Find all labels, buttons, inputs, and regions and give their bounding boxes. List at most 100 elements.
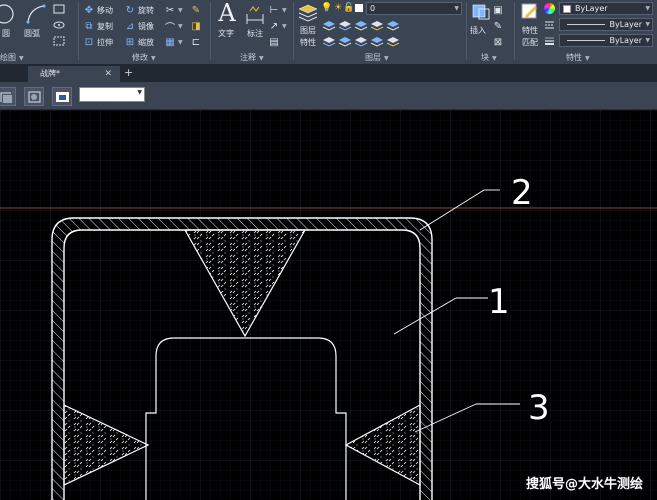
draw-panel-label[interactable]: 绘图 ▼ (0, 52, 24, 64)
erase-button[interactable]: ◨ (190, 19, 202, 33)
create-block-button[interactable]: ▣ (492, 3, 504, 17)
arc-tool-label: 圆弧 (24, 29, 40, 38)
hatch-tool-icon[interactable] (52, 19, 66, 31)
pencil-icon: ✎ (191, 4, 201, 16)
annotation-panel-label[interactable]: 注释 ▼ (240, 52, 264, 64)
toolbar-button-1[interactable] (0, 87, 16, 106)
match-properties-label-1: 特性 (522, 26, 538, 35)
layers-panel-label[interactable]: 图层 ▼ (365, 52, 389, 64)
linetype-icon[interactable] (544, 19, 555, 30)
scale-button[interactable]: ⊞ 缩放 (124, 35, 154, 49)
layer-tool-8-icon[interactable] (354, 35, 368, 47)
stretch-button[interactable]: ⊡ 拉伸 (83, 35, 113, 49)
lineweight-icon[interactable] (544, 35, 555, 46)
layer-tool-9-icon[interactable] (370, 35, 384, 47)
fillet-icon: ⌒ (165, 22, 175, 34)
add-tab-icon[interactable]: + (124, 66, 133, 80)
offset-icon: ⊏ (191, 36, 201, 48)
rotate-button[interactable]: ↻ 旋转 (124, 3, 154, 17)
edit-button[interactable]: ✎ (190, 3, 202, 17)
color-swatch (563, 4, 571, 13)
mirror-icon: ⊿ (125, 20, 135, 32)
color-wheel-icon[interactable] (544, 3, 555, 14)
callout-2-label: 2 (511, 173, 533, 213)
drawing-canvas[interactable]: 2 1 3 搜狐号@大水牛测绘 (0, 110, 657, 500)
match-properties-label-2: 匹配 (522, 38, 538, 47)
mirror-button[interactable]: ⊿ 镜像 (124, 19, 154, 33)
secondary-toolbar: ▼ (0, 82, 657, 110)
layer-tool-4-icon[interactable] (370, 19, 384, 31)
document-tab-bar: 战牌* ✕ + (0, 64, 657, 82)
watermark: 搜狐号@大水牛测绘 (525, 477, 643, 492)
text-tool-label: 文字 (218, 29, 234, 38)
trim-button[interactable]: ✂ ▼ (164, 3, 183, 17)
insert-block-label: 插入 (470, 26, 486, 35)
leader-icon: ↗ (269, 20, 279, 32)
linetype-preview (567, 24, 606, 25)
layer-properties-icon[interactable] (297, 1, 319, 23)
arc-tool-icon[interactable] (24, 2, 48, 26)
table-button[interactable]: ▤ (268, 35, 280, 49)
linear-dim-icon: ⊢ (269, 4, 279, 16)
color-dropdown[interactable]: ByLayer ▼ (559, 2, 653, 15)
linetype-dropdown[interactable]: ByLayer ▼ (559, 18, 653, 31)
close-icon[interactable]: ✕ (104, 66, 112, 82)
circle-tool-icon[interactable] (0, 2, 18, 26)
toolbar-button-3[interactable] (52, 87, 72, 106)
toolbar-combo-input[interactable]: ▼ (79, 87, 145, 102)
layer-tool-5-icon[interactable] (386, 19, 400, 31)
lineweight-preview (567, 40, 606, 41)
layer-tool-7-icon[interactable] (338, 35, 352, 47)
dimension-tool-label: 标注 (247, 29, 263, 38)
gradient-tool-icon[interactable] (52, 35, 66, 47)
rotate-icon: ↻ (125, 4, 135, 16)
layer-tool-1-icon[interactable] (322, 19, 336, 31)
eraser-icon: ◨ (191, 20, 201, 32)
callout-1-label: 1 (488, 282, 510, 322)
layer-lock-icon[interactable]: 🔓 (343, 2, 354, 14)
block-attr-icon: ⊠ (493, 36, 503, 48)
layer-properties-label-2: 特性 (300, 38, 316, 47)
leader-button[interactable]: ↗ ▼ (268, 19, 287, 33)
block-attr-button[interactable]: ⊠ (492, 35, 504, 49)
table-icon: ▤ (269, 36, 279, 48)
toolbar-button-2[interactable] (24, 87, 44, 106)
tab-drawing-label: 战牌* (40, 69, 60, 78)
array-button[interactable]: ▦ ▼ (164, 35, 182, 49)
callout-3-label: 3 (528, 388, 550, 428)
insert-block-icon[interactable] (469, 1, 493, 23)
circle-tool-label: 圆 (2, 29, 10, 38)
text-tool-icon[interactable]: A (216, 0, 238, 27)
layer-color-icon[interactable] (355, 4, 363, 12)
stretch-icon: ⊡ (84, 36, 94, 48)
offset-button[interactable]: ⊏ (190, 35, 202, 49)
modify-panel-label[interactable]: 修改 ▼ (132, 52, 156, 64)
match-properties-icon[interactable] (519, 1, 541, 23)
move-icon: ✥ (84, 4, 94, 16)
layer-tool-6-icon[interactable] (322, 35, 336, 47)
properties-panel-label[interactable]: 特性 ▼ (566, 52, 590, 64)
layer-tool-3-icon[interactable] (354, 19, 368, 31)
layer-on-icon[interactable]: 💡 (321, 2, 332, 14)
layer-tool-10-icon[interactable] (386, 35, 400, 47)
rectangle-tool-icon[interactable] (52, 3, 66, 15)
layer-properties-label-1: 图层 (300, 26, 316, 35)
scale-icon: ⊞ (125, 36, 135, 48)
lineweight-dropdown[interactable]: ByLayer ▼ (559, 34, 653, 47)
layer-freeze-icon[interactable]: ☀ (333, 2, 343, 14)
copy-button[interactable]: ⧉ 复制 (83, 19, 113, 33)
tab-drawing[interactable]: 战牌* ✕ (28, 66, 120, 82)
layer-tool-2-icon[interactable] (338, 19, 352, 31)
drawing-svg: 2 1 3 (0, 110, 657, 500)
edit-block-button[interactable]: ✎ (492, 19, 504, 33)
linear-dim-button[interactable]: ⊢ ▼ (268, 3, 287, 17)
layer-dropdown[interactable]: 0 ▼ (366, 2, 462, 15)
block-panel-label[interactable]: 块 ▼ (481, 52, 497, 64)
array-icon: ▦ (165, 36, 175, 48)
fillet-button[interactable]: ⌒ ▼ (164, 19, 183, 34)
create-block-icon: ▣ (493, 4, 503, 16)
move-button[interactable]: ✥ 移动 (83, 3, 113, 17)
scissors-icon: ✂ (165, 4, 175, 16)
copy-icon: ⧉ (85, 20, 93, 32)
dimension-tool-icon[interactable] (243, 2, 267, 26)
